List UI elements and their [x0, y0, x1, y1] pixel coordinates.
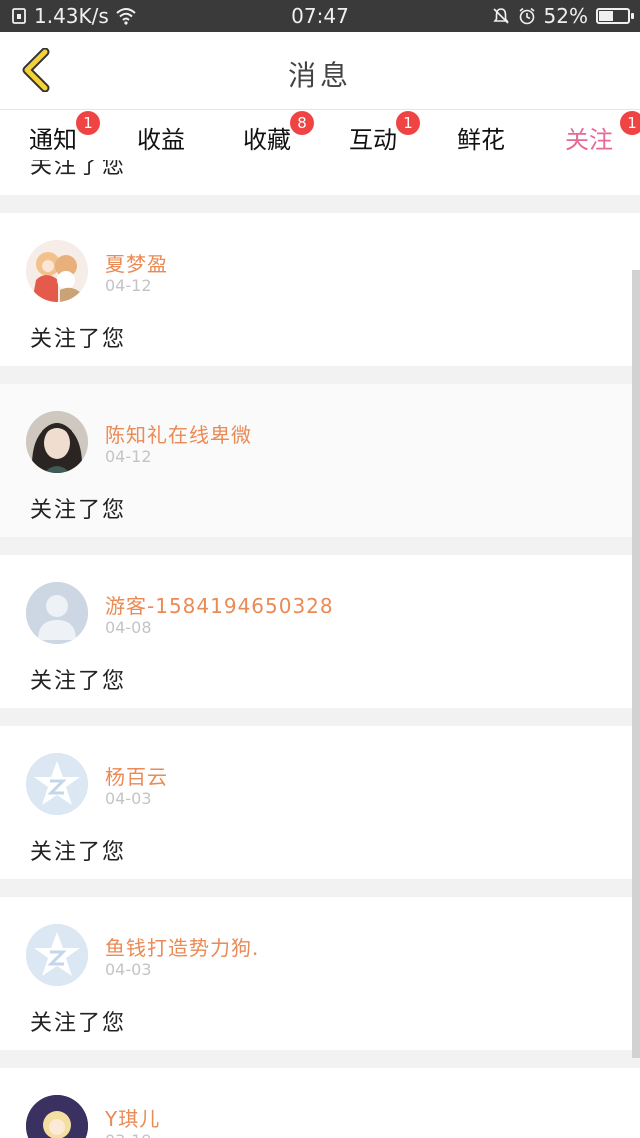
avatar[interactable] — [26, 240, 88, 302]
anime-avatar-image — [26, 240, 88, 302]
alarm-icon — [519, 7, 535, 25]
tab-bar: 通知 1 收益 收藏 8 互动 1 鲜花 关注 1 — [0, 110, 640, 167]
avatar[interactable] — [26, 411, 88, 473]
tab-notifications[interactable]: 通知 1 — [8, 111, 100, 160]
battery-percent: 52% — [543, 4, 588, 28]
header: 消息 — [0, 32, 640, 110]
tab-earnings[interactable]: 收益 — [116, 120, 206, 160]
action-text: 关注了您 — [30, 160, 127, 179]
tab-label: 收藏 — [243, 126, 291, 154]
unread-badge: 1 — [396, 111, 420, 135]
default-person-icon — [26, 582, 88, 644]
unread-badge: 1 — [620, 111, 640, 135]
follow-date: 04-03 — [105, 960, 152, 979]
list-item[interactable]: 杨百云 04-03 关注了您 — [0, 726, 640, 879]
action-text: 关注了您 — [30, 840, 127, 865]
unread-badge: 8 — [290, 111, 314, 135]
username[interactable]: 鱼钱打造势力狗. — [105, 932, 259, 961]
follow-date: 03-19 — [105, 1131, 152, 1138]
follow-date: 04-12 — [105, 447, 152, 466]
action-text: 关注了您 — [30, 327, 127, 352]
username[interactable]: Y琪儿 — [105, 1103, 160, 1132]
qq-default-icon — [26, 753, 88, 815]
tab-label: 关注 — [565, 126, 613, 154]
tab-label: 互动 — [349, 126, 397, 154]
tab-following[interactable]: 关注 1 — [544, 111, 640, 167]
action-text: 关注了您 — [30, 498, 127, 523]
scrollbar[interactable] — [632, 270, 640, 1058]
follow-date: 04-12 — [105, 276, 152, 295]
mute-bell-icon — [492, 8, 509, 24]
tab-favorites[interactable]: 收藏 8 — [222, 111, 314, 160]
status-bar: 1.43K/s 07:47 52% — [0, 0, 640, 32]
list-item[interactable]: 游客-1584194650328 04-08 关注了您 — [0, 555, 640, 708]
list-item[interactable]: 关注了您 — [0, 160, 640, 195]
list-item[interactable]: 夏梦盈 04-12 关注了您 — [0, 213, 640, 366]
list-item[interactable]: 鱼钱打造势力狗. 04-03 关注了您 — [0, 897, 640, 1050]
tab-label: 收益 — [137, 126, 185, 154]
page-title: 消息 — [287, 59, 352, 92]
avatar[interactable] — [26, 753, 88, 815]
username[interactable]: 陈知礼在线卑微 — [105, 419, 252, 448]
follow-date: 04-08 — [105, 618, 152, 637]
status-right: 52% — [492, 4, 634, 28]
avatar[interactable] — [26, 582, 88, 644]
tab-label: 通知 — [29, 126, 77, 154]
tab-flowers[interactable]: 鲜花 — [436, 120, 526, 160]
follow-date: 04-03 — [105, 789, 152, 808]
username[interactable]: 杨百云 — [105, 761, 168, 790]
follow-list[interactable]: 关注了您 夏梦盈 04-12 关注了您 陈知礼在线卑微 04-12 关注了您 游… — [0, 160, 640, 1138]
username[interactable]: 游客-1584194650328 — [105, 590, 334, 619]
list-item[interactable]: Y琪儿 03-19 — [0, 1068, 640, 1138]
action-text: 关注了您 — [30, 669, 127, 694]
action-text: 关注了您 — [30, 1011, 127, 1036]
tab-label: 鲜花 — [457, 126, 505, 154]
avatar[interactable] — [26, 1095, 88, 1138]
username[interactable]: 夏梦盈 — [105, 248, 168, 277]
anime-avatar-image — [26, 1095, 88, 1138]
unread-badge: 1 — [76, 111, 100, 135]
qq-default-icon — [26, 924, 88, 986]
avatar[interactable] — [26, 924, 88, 986]
photo-avatar-image — [26, 411, 88, 473]
list-item[interactable]: 陈知礼在线卑微 04-12 关注了您 — [0, 384, 640, 537]
tab-interactions[interactable]: 互动 1 — [328, 111, 420, 160]
battery-icon — [596, 8, 634, 24]
